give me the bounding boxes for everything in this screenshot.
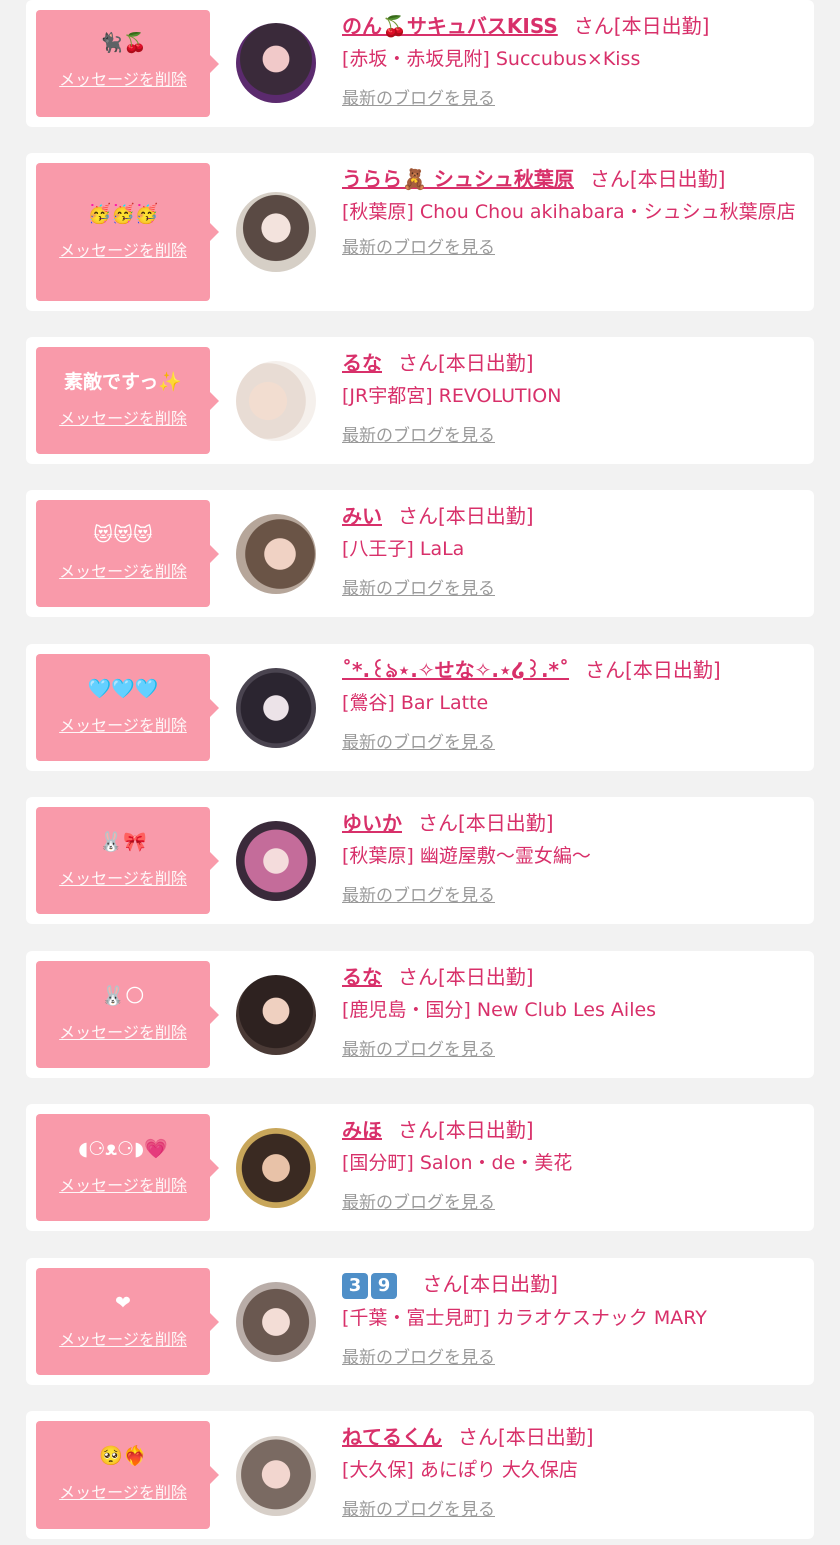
list-item: 🐰🌕 メッセージを削除 るな さん[本日出勤] [鹿児島・国分] New Club… (26, 951, 814, 1078)
san-label: さん[本日出勤] (398, 351, 534, 375)
san-label: さん[本日出勤] (573, 14, 710, 38)
message-bubble: 🐈‍⬛🍒 メッセージを削除 (36, 10, 219, 117)
message-text: 🥳🥳🥳 (87, 203, 159, 225)
cast-name-link[interactable]: ねてるくん (342, 1425, 442, 1449)
message-bubble: 🐰🎀 メッセージを削除 (36, 807, 219, 914)
shop-name: [大久保] あにぽり 大久保店 (342, 1459, 578, 1481)
latest-blog-link[interactable]: 最新のブログを見る (342, 881, 495, 906)
message-text: ❤ (115, 1292, 131, 1314)
message-bubble: ◖⚆ᴥ⚆◗💗 メッセージを削除 (36, 1114, 219, 1221)
avatar[interactable] (236, 23, 316, 103)
shop-name: [鹿児島・国分] New Club Les Ailes (342, 999, 657, 1021)
shop-name: [秋葉原] Chou Chou akihabara・シュシュ秋葉原店 (342, 201, 796, 223)
shop-name: [鶯谷] Bar Latte (342, 692, 489, 714)
latest-blog-link[interactable]: 最新のブログを見る (342, 1495, 495, 1520)
cast-name-link[interactable]: るな (342, 351, 382, 375)
cast-name-link[interactable]: 39 (342, 1272, 406, 1299)
message-text: ◖⚆ᴥ⚆◗💗 (78, 1138, 168, 1160)
san-label: さん[本日出勤] (458, 1425, 594, 1449)
message-text: 🐰🎀 (99, 831, 147, 853)
cast-name-link[interactable]: うらら🧸 シュシュ秋葉原 (342, 167, 574, 191)
delete-message-link[interactable]: メッセージを削除 (36, 66, 210, 90)
message-bubble: 🐰🌕 メッセージを削除 (36, 961, 219, 1068)
shop-name: [国分町] Salon・de・美花 (342, 1152, 573, 1174)
delete-message-link[interactable]: メッセージを削除 (36, 1326, 210, 1350)
message-bubble: 🩵🩵🩵 メッセージを削除 (36, 654, 219, 761)
delete-message-link[interactable]: メッセージを削除 (36, 558, 210, 582)
san-label: さん[本日出勤] (398, 965, 534, 989)
delete-message-link[interactable]: メッセージを削除 (36, 1172, 210, 1196)
avatar[interactable] (236, 361, 316, 441)
number-badge: 9 (371, 1272, 397, 1299)
cast-name-link[interactable]: ˚*.꒰ঌ⋆.✧せな✧.⋆໒꒱.*˚ (342, 658, 569, 682)
list-item: 🥳🥳🥳 メッセージを削除 うらら🧸 シュシュ秋葉原 さん[本日出勤] [秋葉原] … (26, 153, 814, 311)
delete-message-link[interactable]: メッセージを削除 (36, 405, 210, 429)
shop-name: [千葉・富士見町] カラオケスナック MARY (342, 1306, 707, 1329)
latest-blog-link[interactable]: 最新のブログを見る (342, 421, 495, 446)
latest-blog-link[interactable]: 最新のブログを見る (342, 233, 495, 258)
list-item: ❤ メッセージを削除 39 さん[本日出勤] [千葉・富士見町] カラオケスナッ… (26, 1258, 814, 1385)
cast-name-link[interactable]: ゆいか (342, 811, 402, 835)
avatar[interactable] (236, 1128, 316, 1208)
message-text: 🐈‍⬛🍒 (99, 32, 147, 54)
san-label: さん[本日出勤] (418, 811, 554, 835)
latest-blog-link[interactable]: 最新のブログを見る (342, 1343, 495, 1368)
delete-message-link[interactable]: メッセージを削除 (36, 237, 210, 261)
message-text: 😻😻😻 (93, 524, 153, 546)
delete-message-link[interactable]: メッセージを削除 (36, 712, 210, 736)
avatar[interactable] (236, 1282, 316, 1362)
message-bubble: 🥳🥳🥳 メッセージを削除 (36, 163, 219, 301)
latest-blog-link[interactable]: 最新のブログを見る (342, 728, 495, 753)
message-text: 🐰🌕 (101, 985, 145, 1007)
avatar[interactable] (236, 192, 316, 272)
shop-name: [赤坂・赤坂見附] Succubus×Kiss (342, 48, 641, 70)
latest-blog-link[interactable]: 最新のブログを見る (342, 1035, 495, 1060)
delete-message-link[interactable]: メッセージを削除 (36, 1479, 210, 1503)
message-text: 🩵🩵🩵 (87, 678, 159, 700)
shop-name: [八王子] LaLa (342, 538, 465, 560)
message-text: 🥺❤️‍🔥 (99, 1445, 147, 1467)
latest-blog-link[interactable]: 最新のブログを見る (342, 84, 495, 109)
cast-name-link[interactable]: るな (342, 965, 382, 989)
san-label: さん[本日出勤] (589, 167, 726, 191)
avatar[interactable] (236, 514, 316, 594)
latest-blog-link[interactable]: 最新のブログを見る (342, 574, 495, 599)
cast-name-link[interactable]: みほ (342, 1118, 382, 1142)
avatar[interactable] (236, 821, 316, 901)
san-label: さん[本日出勤] (422, 1272, 558, 1296)
san-label: さん[本日出勤] (398, 504, 534, 528)
shop-name: [JR宇都宮] REVOLUTION (342, 385, 562, 407)
san-label: さん[本日出勤] (398, 1118, 534, 1142)
san-label: さん[本日出勤] (585, 658, 721, 682)
list-item: 🩵🩵🩵 メッセージを削除 ˚*.꒰ঌ⋆.✧せな✧.⋆໒꒱.*˚ さん[本日出勤] … (26, 644, 814, 771)
message-text: 素敵ですっ✨ (64, 371, 182, 393)
avatar[interactable] (236, 1436, 316, 1516)
avatar[interactable] (236, 975, 316, 1055)
avatar[interactable] (236, 668, 316, 748)
cast-name-link[interactable]: みい (342, 504, 382, 528)
message-bubble: 素敵ですっ✨ メッセージを削除 (36, 347, 219, 454)
message-bubble: ❤ メッセージを削除 (36, 1268, 219, 1375)
message-bubble: 😻😻😻 メッセージを削除 (36, 500, 219, 607)
delete-message-link[interactable]: メッセージを削除 (36, 865, 210, 889)
list-item: 🥺❤️‍🔥 メッセージを削除 ねてるくん さん[本日出勤] [大久保] あにぽり … (26, 1411, 814, 1539)
list-item: 🐈‍⬛🍒 メッセージを削除 のん🍒サキュバスKISS さん[本日出勤] [赤坂・赤… (26, 0, 814, 127)
cast-name-link[interactable]: のん🍒サキュバスKISS (342, 14, 558, 38)
list-item: ◖⚆ᴥ⚆◗💗 メッセージを削除 みほ さん[本日出勤] [国分町] Salon・d… (26, 1104, 814, 1231)
list-item: 🐰🎀 メッセージを削除 ゆいか さん[本日出勤] [秋葉原] 幽遊屋敷〜霊女編〜 … (26, 797, 814, 924)
list-item: 素敵ですっ✨ メッセージを削除 るな さん[本日出勤] [JR宇都宮] REVOL… (26, 337, 814, 464)
shop-name: [秋葉原] 幽遊屋敷〜霊女編〜 (342, 845, 591, 867)
number-badge: 3 (342, 1272, 368, 1299)
message-bubble: 🥺❤️‍🔥 メッセージを削除 (36, 1421, 219, 1529)
latest-blog-link[interactable]: 最新のブログを見る (342, 1188, 495, 1213)
list-item: 😻😻😻 メッセージを削除 みい さん[本日出勤] [八王子] LaLa 最新のブロ… (26, 490, 814, 617)
delete-message-link[interactable]: メッセージを削除 (36, 1019, 210, 1043)
